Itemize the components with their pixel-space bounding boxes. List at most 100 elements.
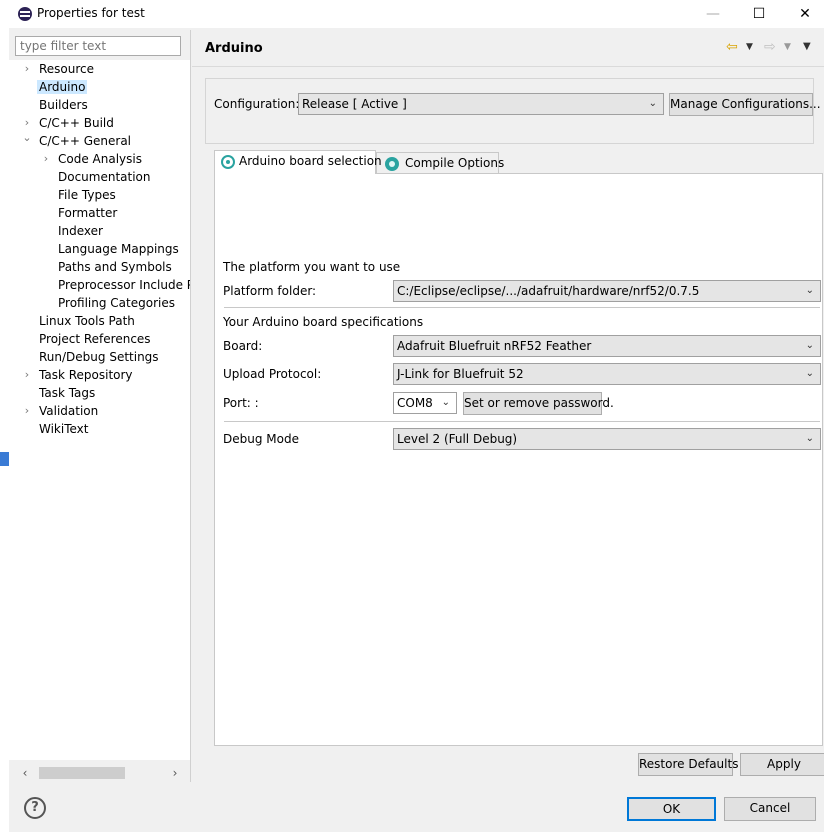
- chevron-down-icon: ⌄: [805, 368, 814, 379]
- tree-item-label: Linux Tools Path: [39, 314, 135, 328]
- tree-item-resource[interactable]: › Resource: [21, 60, 94, 78]
- tree-item-label: Preprocessor Include Pa: [58, 278, 191, 292]
- tab-label: Arduino board selection: [239, 154, 382, 168]
- cancel-button[interactable]: Cancel: [724, 797, 816, 821]
- help-icon[interactable]: ?: [24, 797, 46, 819]
- tree-item-paths-and-symbols[interactable]: Paths and Symbols: [58, 258, 172, 276]
- ok-button[interactable]: OK: [627, 797, 716, 821]
- tree-item-builders[interactable]: Builders: [39, 96, 88, 114]
- forward-dropdown-icon[interactable]: ▼: [784, 39, 791, 55]
- board-label: Board:: [223, 339, 263, 353]
- restore-defaults-button[interactable]: Restore Defaults: [638, 753, 738, 776]
- board-selection-icon: [221, 155, 235, 169]
- configuration-combo[interactable]: Release [ Active ] ⌄: [298, 93, 664, 115]
- chevron-right-icon[interactable]: ›: [40, 150, 52, 168]
- platform-folder-value: C:/Eclipse/eclipse/.../adafruit/hardware…: [397, 284, 700, 298]
- tree-item-label: Language Mappings: [58, 242, 179, 256]
- tree-item-label: Documentation: [58, 170, 151, 184]
- filter-input[interactable]: [15, 36, 181, 56]
- tree-item-label: Resource: [39, 62, 95, 76]
- tree-item-documentation[interactable]: Documentation: [58, 168, 151, 186]
- tree-item-label: Builders: [39, 98, 88, 112]
- tree-item-formatter[interactable]: Formatter: [58, 204, 117, 222]
- tree-item-label: Indexer: [58, 224, 103, 238]
- tree-item-preprocessor-include[interactable]: Preprocessor Include Pa: [58, 276, 191, 294]
- background-selection: [0, 452, 9, 466]
- tree-item-label: Task Repository: [39, 368, 133, 382]
- property-tree: › Resource Arduino Builders › C/C++ Build …: [9, 60, 191, 760]
- tree-item-code-analysis[interactable]: › Code Analysis: [40, 150, 142, 168]
- scrollbar-thumb[interactable]: [39, 767, 125, 779]
- tree-item-label: C/C++ General: [39, 134, 132, 148]
- chevron-down-icon: ⌄: [805, 433, 814, 444]
- property-page: Arduino ⇦ ▼ ⇨ ▼ ▼ Configuration: Release…: [192, 30, 824, 782]
- debug-mode-combo[interactable]: Level 2 (Full Debug) ⌄: [393, 428, 821, 450]
- tree-horizontal-scrollbar[interactable]: ‹ ›: [15, 764, 185, 782]
- background-editor-sliver: [0, 0, 9, 832]
- configuration-group: Configuration: Release [ Active ] ⌄ Manag…: [205, 78, 821, 144]
- tree-item-label: Formatter: [58, 206, 118, 220]
- manage-configurations-button[interactable]: Manage Configurations...: [669, 93, 821, 116]
- tree-item-arduino[interactable]: Arduino: [37, 78, 88, 96]
- port-label: Port: :: [223, 396, 259, 410]
- tree-item-cpp-build[interactable]: › C/C++ Build: [21, 114, 114, 132]
- tree-item-indexer[interactable]: Indexer: [58, 222, 103, 240]
- chevron-down-icon: ⌄: [441, 397, 450, 408]
- back-dropdown-icon[interactable]: ▼: [746, 39, 753, 55]
- tab-label: Compile Options: [405, 156, 505, 170]
- tab-compile-options[interactable]: Compile Options: [376, 152, 504, 174]
- port-combo[interactable]: COM8 ⌄: [393, 392, 457, 414]
- tree-item-profiling-categories[interactable]: Profiling Categories: [58, 294, 175, 312]
- chevron-down-icon: ⌄: [805, 285, 814, 296]
- board-combo[interactable]: Adafruit Bluefruit nRF52 Feather ⌄: [393, 335, 821, 357]
- chevron-down-icon[interactable]: ⌄: [21, 129, 33, 147]
- chevron-down-icon: ⌄: [805, 340, 814, 351]
- compile-options-icon: [385, 157, 399, 171]
- tree-item-label: Arduino: [37, 80, 88, 94]
- tree-item-label: Project References: [39, 332, 151, 346]
- view-menu-icon[interactable]: ▼: [803, 39, 811, 55]
- tree-item-task-tags[interactable]: Task Tags: [39, 384, 95, 402]
- chevron-right-icon[interactable]: ›: [21, 60, 33, 78]
- tree-item-run-debug-settings[interactable]: Run/Debug Settings: [39, 348, 159, 366]
- tree-item-task-repository[interactable]: › Task Repository: [21, 366, 133, 384]
- chevron-right-icon[interactable]: ›: [21, 366, 33, 384]
- configuration-label: Configuration:: [214, 97, 300, 111]
- scroll-left-icon[interactable]: ‹: [17, 764, 33, 782]
- maximize-button[interactable]: ☐: [736, 0, 782, 28]
- title-bar[interactable]: Properties for test — ☐ ✕: [9, 0, 824, 28]
- debug-mode-value: Level 2 (Full Debug): [397, 432, 518, 446]
- pane-divider[interactable]: [190, 30, 191, 782]
- forward-arrow-icon[interactable]: ⇨: [764, 39, 776, 55]
- port-value: COM8: [397, 396, 433, 410]
- apply-button[interactable]: Apply: [740, 753, 824, 776]
- tab-arduino-board-selection[interactable]: Arduino board selection: [214, 150, 382, 174]
- upload-protocol-value: J-Link for Bluefruit 52: [397, 367, 524, 381]
- platform-folder-combo[interactable]: C:/Eclipse/eclipse/.../adafruit/hardware…: [393, 280, 821, 302]
- tree-item-project-references[interactable]: Project References: [39, 330, 151, 348]
- close-button[interactable]: ✕: [782, 0, 824, 28]
- specs-heading: Your Arduino board specifications: [223, 315, 424, 329]
- tree-item-wikitext[interactable]: WikiText: [39, 420, 89, 438]
- minimize-button[interactable]: —: [690, 0, 736, 28]
- window-title: Properties for test: [37, 6, 145, 20]
- tree-item-validation[interactable]: › Validation: [21, 402, 98, 420]
- tree-item-linux-tools-path[interactable]: Linux Tools Path: [39, 312, 135, 330]
- back-arrow-icon[interactable]: ⇦: [726, 39, 738, 55]
- tree-item-label: Task Tags: [39, 386, 96, 400]
- header-divider: [192, 66, 824, 67]
- upload-protocol-combo[interactable]: J-Link for Bluefruit 52 ⌄: [393, 363, 821, 385]
- platform-folder-label: Platform folder:: [223, 284, 317, 298]
- tree-item-file-types[interactable]: File Types: [58, 186, 116, 204]
- tree-item-label: Validation: [39, 404, 99, 418]
- set-password-button[interactable]: Set or remove password.: [463, 392, 614, 415]
- upload-protocol-label: Upload Protocol:: [223, 367, 322, 381]
- tree-item-cpp-general[interactable]: ⌄ C/C++ General: [21, 129, 132, 150]
- tree-item-label: Run/Debug Settings: [39, 350, 159, 364]
- debug-mode-label: Debug Mode: [223, 432, 299, 446]
- board-selection-panel: The platform you want to use Platform fo…: [214, 173, 823, 746]
- chevron-right-icon[interactable]: ›: [21, 402, 33, 420]
- tree-item-language-mappings[interactable]: Language Mappings: [58, 240, 179, 258]
- scroll-right-icon[interactable]: ›: [167, 764, 183, 782]
- page-title: Arduino: [205, 41, 263, 56]
